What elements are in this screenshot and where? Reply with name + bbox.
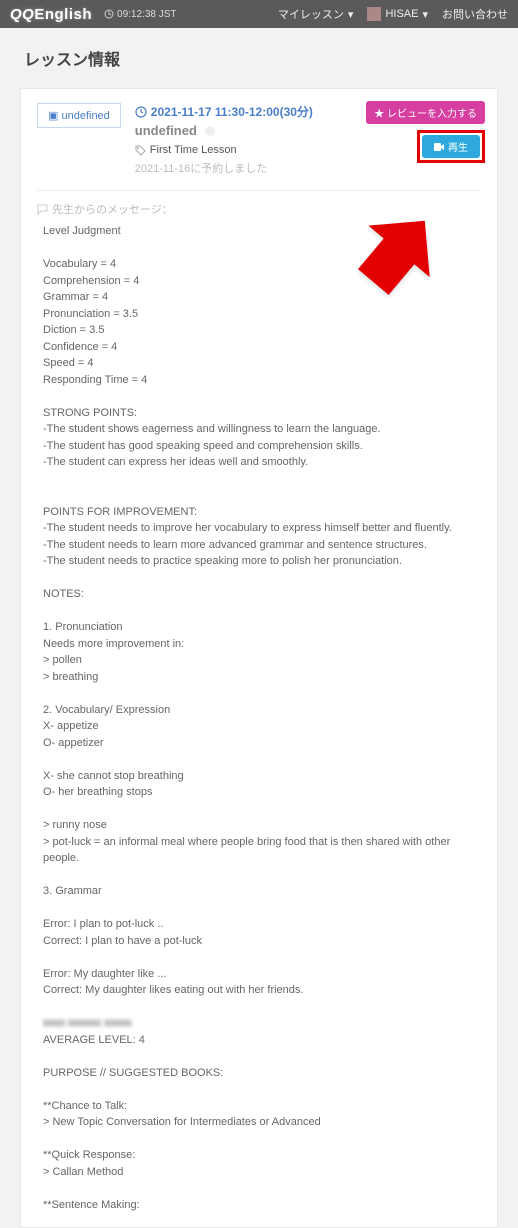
clock-icon <box>104 9 114 19</box>
tag-icon <box>135 145 146 156</box>
app-header: QQEnglish 09:12:38 JST マイレッスン▾ HISAE▾ お問… <box>0 0 518 28</box>
broken-image-icon: ▣ <box>48 110 58 122</box>
nav-contact[interactable]: お問い合わせ <box>442 6 508 22</box>
annotation-arrow <box>337 207 437 307</box>
nav-user[interactable]: HISAE▾ <box>367 7 428 21</box>
nav-my-lesson[interactable]: マイレッスン▾ <box>278 6 354 22</box>
play-button[interactable]: 再生 <box>422 135 480 158</box>
badge-icon <box>203 124 217 138</box>
play-button-highlight: 再生 <box>417 130 485 163</box>
chat-icon <box>37 204 48 215</box>
clock: 09:12:38 JST <box>104 9 176 20</box>
teacher-message-body: Level Judgment Vocabulary = 4 Comprehens… <box>37 223 481 1213</box>
clock-icon <box>135 106 147 118</box>
page-title: レッスン情報 <box>0 28 518 80</box>
lesson-card: ▣ undefined 2021-11-17 11:30-12:00(30分) … <box>20 88 498 1228</box>
avatar <box>367 7 381 21</box>
teacher-thumbnail[interactable]: ▣ undefined <box>37 103 121 128</box>
write-review-button[interactable]: ★ レビューを入力する <box>366 101 485 124</box>
logo[interactable]: QQEnglish <box>10 6 92 23</box>
redacted-text: xxxx xxxxxx xxxxx <box>43 1015 132 1032</box>
video-icon <box>434 143 444 151</box>
